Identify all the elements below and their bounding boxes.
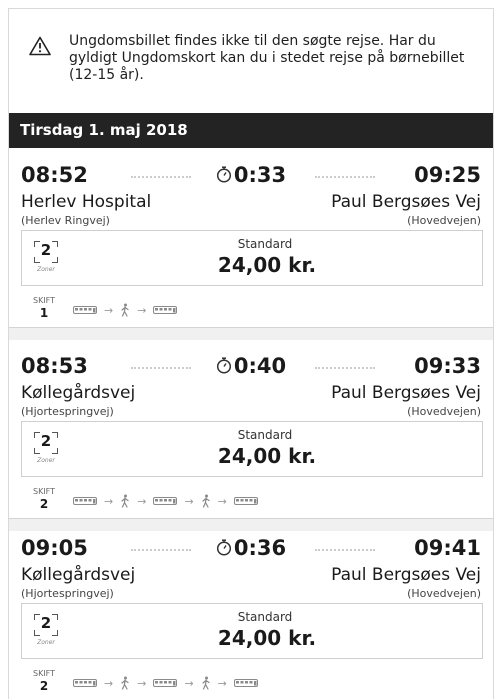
leg-arrow-icon: → xyxy=(104,676,114,690)
walk-icon xyxy=(121,676,129,690)
duration-value: 0:33 xyxy=(233,163,287,187)
leg-arrow-icon: → xyxy=(137,303,147,317)
origin-street: (Hjortespringvej) xyxy=(21,405,114,418)
changes-label: SKIFT xyxy=(32,669,56,678)
destination-stop: Paul Bergsøes Vej xyxy=(331,383,481,403)
stopwatch-icon xyxy=(216,166,231,183)
ticket-option[interactable]: 2 Zoner Standard 24,00 kr. xyxy=(21,421,483,477)
origin-street: (Hjortespringvej) xyxy=(21,587,114,600)
leg-arrow-icon: → xyxy=(184,494,194,508)
journey-card[interactable]: 08:52 0:33 09:25 Herlev Hospital (Herlev… xyxy=(9,148,493,328)
leg-arrow-icon: → xyxy=(217,676,227,690)
notice-text: Ungdomsbillet findes ikke til den søgte … xyxy=(69,33,465,83)
route-legs: → → → → xyxy=(73,494,258,508)
origin-street: (Herlev Ringvej) xyxy=(21,214,110,227)
origin-stop: Køllegårdsvej xyxy=(21,383,136,403)
arrival-time: 09:25 xyxy=(414,163,481,187)
leg-arrow-icon: → xyxy=(104,303,114,317)
destination-street: (Hovedvejen) xyxy=(407,405,481,418)
duration-value: 0:40 xyxy=(233,354,287,378)
ticket-type: Standard xyxy=(237,237,293,251)
journey-results-panel: Ungdomsbillet findes ikke til den søgte … xyxy=(8,8,494,699)
timeline-dots xyxy=(315,367,375,369)
origin-stop: Køllegårdsvej xyxy=(21,565,136,585)
changes-value: 2 xyxy=(39,497,49,511)
leg-arrow-icon: → xyxy=(184,676,194,690)
ticket-price: 24,00 kr. xyxy=(217,253,317,277)
changes-count: SKIFT 1 xyxy=(31,296,57,320)
stopwatch-icon xyxy=(216,357,231,374)
bus-icon xyxy=(73,678,97,687)
bus-icon xyxy=(233,496,258,505)
changes-value: 1 xyxy=(39,306,49,320)
ticket-type: Standard xyxy=(237,610,293,624)
destination-street: (Hovedvejen) xyxy=(407,214,481,227)
ticket-price: 24,00 kr. xyxy=(217,626,317,650)
warning-triangle-icon xyxy=(29,36,51,56)
walk-icon xyxy=(202,494,210,508)
destination-stop: Paul Bergsøes Vej xyxy=(331,192,481,212)
leg-arrow-icon: → xyxy=(217,494,227,508)
walk-icon xyxy=(202,676,210,690)
timeline-dots xyxy=(315,176,375,178)
leg-arrow-icon: → xyxy=(137,494,147,508)
leg-arrow-icon: → xyxy=(137,676,147,690)
day-header: Tirsdag 1. maj 2018 xyxy=(9,113,493,148)
route-legs: → → → → xyxy=(73,676,258,690)
changes-count: SKIFT 2 xyxy=(31,669,57,693)
timeline-dots xyxy=(315,549,375,551)
ticket-option[interactable]: 2 Zoner Standard 24,00 kr. xyxy=(21,603,483,659)
walk-icon xyxy=(121,303,129,317)
changes-label: SKIFT xyxy=(32,487,56,496)
stopwatch-icon xyxy=(216,539,231,556)
bus-icon xyxy=(153,496,178,505)
route-legs: → → xyxy=(73,303,178,317)
changes-count: SKIFT 2 xyxy=(31,487,57,511)
bus-icon xyxy=(153,305,178,314)
youth-ticket-notice: Ungdomsbillet findes ikke til den søgte … xyxy=(9,9,493,113)
leg-arrow-icon: → xyxy=(104,494,114,508)
bus-icon xyxy=(233,678,258,687)
destination-stop: Paul Bergsøes Vej xyxy=(331,565,481,585)
ticket-type: Standard xyxy=(237,428,293,442)
origin-stop: Herlev Hospital xyxy=(21,192,152,212)
walk-icon xyxy=(121,494,129,508)
ticket-option[interactable]: 2 Zoner Standard 24,00 kr. xyxy=(21,230,483,286)
changes-label: SKIFT xyxy=(32,296,56,305)
arrival-time: 09:33 xyxy=(414,354,481,378)
ticket-price: 24,00 kr. xyxy=(217,444,317,468)
bus-icon xyxy=(73,305,97,314)
journey-card[interactable]: 09:05 0:36 09:41 Køllegårdsvej (Hjortesp… xyxy=(9,521,493,699)
destination-street: (Hovedvejen) xyxy=(407,587,481,600)
journey-card[interactable]: 08:53 0:40 09:33 Køllegårdsvej (Hjortesp… xyxy=(9,339,493,519)
duration-value: 0:36 xyxy=(233,536,287,560)
bus-icon xyxy=(153,678,178,687)
arrival-time: 09:41 xyxy=(414,536,481,560)
bus-icon xyxy=(73,496,97,505)
changes-value: 2 xyxy=(39,679,49,693)
